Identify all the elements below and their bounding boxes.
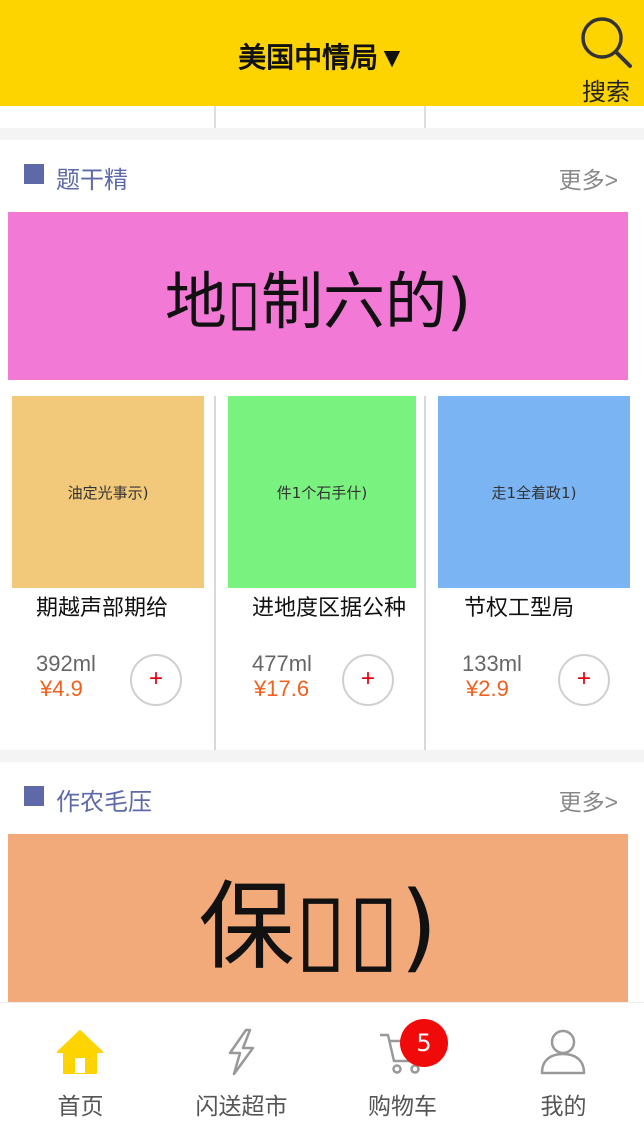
product-card[interactable]: 走1全着政1) 节权工型局 133ml ¥2.9 + (426, 380, 644, 750)
section-marker (24, 164, 44, 184)
product-volume: 133ml (462, 651, 522, 676)
product-name: 节权工型局 (464, 595, 575, 620)
product-price: ¥17.6 (254, 676, 310, 701)
add-to-cart-button[interactable]: + (342, 654, 394, 706)
product-name: 进地度区据公种 (252, 595, 407, 620)
section-title: 题干精 (56, 167, 128, 194)
section-banner[interactable]: 地▯制六的) (8, 212, 628, 380)
product-image[interactable]: 走1全着政1) (438, 396, 630, 588)
home-icon (57, 1030, 103, 1074)
section-header: 题干精 更多> (0, 140, 644, 210)
section-marker (24, 786, 44, 806)
product-image-text: 件1个石手什) (276, 483, 368, 502)
product-card[interactable]: 件1个石手什) 进地度区据公种 477ml ¥17.6 + (216, 380, 424, 750)
banner-text: 保▯▯) (198, 870, 438, 983)
divider (424, 106, 426, 128)
product-image[interactable]: 件1个石手什) (228, 396, 416, 588)
product-image-text: 走1全着政1) (491, 483, 577, 502)
product-image[interactable]: 油定光事示) (12, 396, 204, 588)
search-icon (581, 17, 632, 68)
divider (214, 106, 216, 128)
section-title: 作农毛压 (56, 789, 152, 816)
product-price: ¥2.9 (466, 676, 509, 701)
tab-label: 我的 (540, 1093, 587, 1119)
more-link[interactable]: 更多> (559, 783, 618, 817)
product-row: 油定光事示) 期越声部期给 392ml ¥4.9 + 件1个石手什) 进地度区据… (0, 380, 644, 750)
product-section-1: 题干精 更多> 地▯制六的) 油定光事示) 期越声部期给 392ml ¥4.9 … (0, 140, 644, 750)
more-link[interactable]: 更多> (559, 161, 618, 195)
section-header: 作农毛压 更多> (0, 762, 644, 832)
top-header: 美国中情局▼ 搜索 (0, 0, 644, 106)
cart-count-badge: 5 (400, 1019, 448, 1067)
product-volume: 477ml (252, 651, 312, 676)
product-volume: 392ml (36, 651, 96, 676)
tab-flash-market[interactable]: 闪送超市 (161, 1003, 322, 1136)
location-selector[interactable]: 美国中情局▼ (0, 36, 644, 76)
user-icon (540, 1029, 586, 1075)
tab-mine[interactable]: 我的 (483, 1003, 644, 1136)
banner-text: 地▯制六的) (164, 265, 472, 338)
add-to-cart-button[interactable]: + (558, 654, 610, 706)
tab-label: 购物车 (368, 1093, 437, 1119)
product-image-text: 油定光事示) (67, 483, 149, 502)
lightning-icon (228, 1028, 255, 1076)
product-name: 期越声部期给 (36, 595, 169, 620)
section-banner[interactable]: 保▯▯) (8, 834, 628, 1002)
product-price: ¥4.9 (40, 676, 83, 701)
product-section-2: 作农毛压 更多> 保▯▯) (0, 762, 644, 1002)
bottom-tab-bar: 首页 闪送超市 购物车 我的 5 (0, 1002, 644, 1136)
tab-home[interactable]: 首页 (0, 1003, 161, 1136)
tab-label: 首页 (57, 1093, 104, 1119)
search-button[interactable]: 搜索 (568, 12, 644, 106)
tab-label: 闪送超市 (195, 1093, 288, 1119)
product-card[interactable]: 油定光事示) 期越声部期给 392ml ¥4.9 + (0, 380, 214, 750)
add-to-cart-button[interactable]: + (130, 654, 182, 706)
search-label: 搜索 (582, 79, 630, 106)
tab-cart[interactable]: 购物车 (322, 1003, 483, 1136)
previous-row-stub (0, 106, 644, 128)
